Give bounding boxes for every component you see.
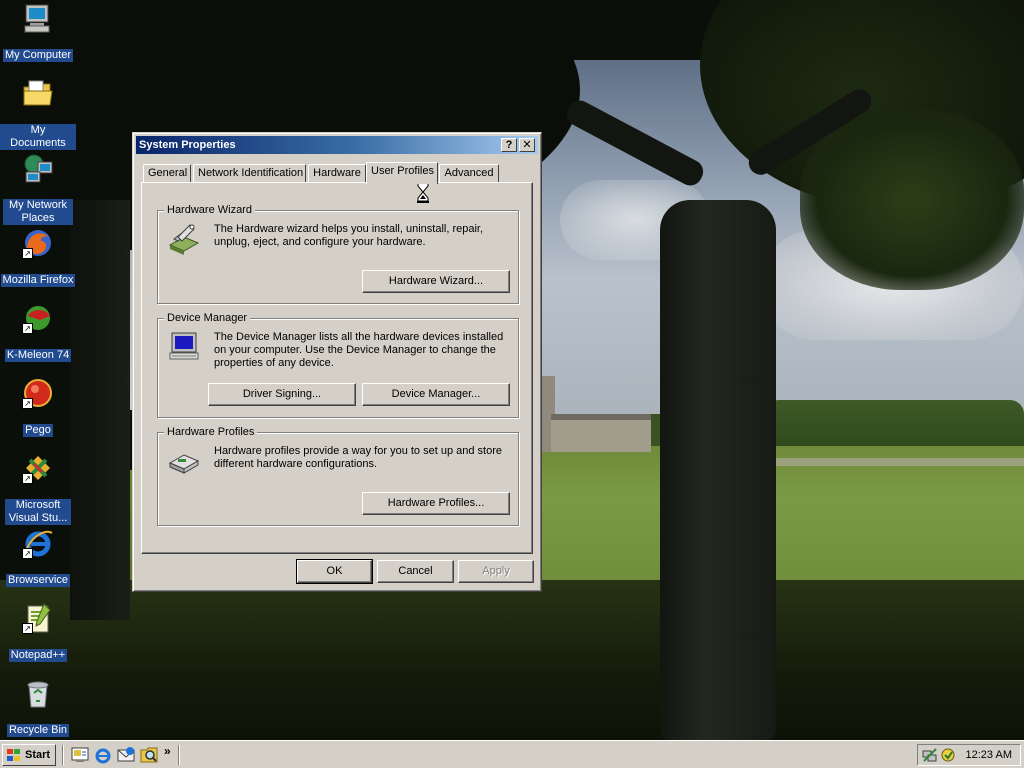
network-icon — [22, 152, 54, 184]
folder-icon — [22, 77, 54, 109]
desktop-icon-notepad-plus-plus[interactable]: ↗ Notepad++ — [0, 602, 76, 662]
wallpaper-trunk — [660, 200, 776, 740]
hardware-profiles-group: Hardware Profiles Hardware profiles prov… — [157, 425, 519, 526]
shortcut-arrow-icon: ↗ — [22, 248, 33, 259]
computer-icon — [22, 2, 54, 34]
quicklaunch-more-chevron[interactable]: » — [164, 744, 171, 758]
desktop-icon-pego[interactable]: ↗ Pego — [0, 377, 76, 437]
icon-label: Mozilla Firefox — [0, 274, 76, 287]
windows-logo-icon — [7, 749, 22, 762]
wallpaper-chateau — [541, 376, 651, 452]
icon-label: K-Meleon 74 — [4, 349, 72, 362]
wallpaper-path — [760, 458, 1024, 466]
wallpaper-tree-row — [765, 400, 1024, 446]
icon-label: My Network Places — [3, 199, 73, 225]
tab-hardware[interactable]: Hardware — [308, 164, 366, 183]
desktop-icon-my-documents[interactable]: My Documents — [0, 77, 76, 150]
clock[interactable]: 12:23 AM — [966, 745, 1012, 765]
device-manager-icon — [168, 331, 202, 363]
help-button[interactable]: ? — [501, 138, 517, 152]
desktop-icon-recycle-bin[interactable]: Recycle Bin — [0, 677, 76, 737]
close-button[interactable]: ✕ — [519, 138, 535, 152]
group-title: Hardware Wizard — [164, 203, 255, 217]
shortcut-arrow-icon: ↗ — [22, 548, 33, 559]
hardware-wizard-group: Hardware Wizard The Hardware wizard help… — [157, 203, 519, 304]
outlook-express-icon[interactable] — [117, 746, 135, 764]
recycle-bin-icon — [22, 677, 54, 709]
shortcut-arrow-icon: ↗ — [22, 623, 33, 634]
desktop-icon-mozilla-firefox[interactable]: ↗ Mozilla Firefox — [0, 227, 76, 287]
network-tray-icon[interactable] — [922, 747, 938, 766]
tab-advanced[interactable]: Advanced — [439, 164, 499, 183]
wallpaper-shadow — [0, 580, 1024, 740]
icon-label: Browservice — [6, 574, 70, 587]
taskbar-separator — [178, 745, 180, 765]
wallpaper-leaves — [800, 110, 1024, 290]
tab-user-profiles[interactable]: User Profiles — [366, 162, 438, 184]
desktop-icon-k-meleon[interactable]: ↗ K-Meleon 74 — [0, 302, 76, 362]
desktop-icon-visual-studio[interactable]: ↗ Microsoft Visual Stu... — [0, 452, 76, 525]
explorer-search-icon[interactable] — [140, 746, 158, 764]
ok-button[interactable]: OK — [296, 559, 373, 584]
show-desktop-icon[interactable] — [71, 746, 89, 764]
shortcut-arrow-icon: ↗ — [22, 398, 33, 409]
shortcut-arrow-icon: ↗ — [22, 473, 33, 484]
icon-label: Recycle Bin — [6, 724, 70, 737]
icon-label: Notepad++ — [8, 649, 68, 662]
shortcut-arrow-icon: ↗ — [22, 323, 33, 334]
desktop-icon-my-computer[interactable]: My Computer — [0, 2, 76, 62]
cancel-button[interactable]: Cancel — [377, 560, 454, 583]
group-title: Hardware Profiles — [164, 425, 258, 439]
k-meleon-icon: ↗ — [22, 302, 54, 334]
group-description: Hardware profiles provide a way for you … — [214, 445, 502, 470]
driver-signing-button[interactable]: Driver Signing... — [208, 383, 356, 406]
device-manager-group: Device Manager The Device Manager lists … — [157, 311, 519, 418]
tray-app-icon[interactable] — [940, 747, 956, 766]
tab-network-identification[interactable]: Network Identification — [193, 164, 306, 183]
hardware-profiles-icon — [168, 445, 202, 477]
dialog-title: System Properties — [139, 139, 236, 151]
visual-studio-icon: ↗ — [22, 452, 54, 484]
icon-label: Microsoft Visual Stu... — [5, 499, 71, 525]
hardware-wizard-icon — [168, 223, 202, 255]
system-properties-dialog: System Properties ? ✕ General Network Id… — [132, 132, 542, 592]
internet-explorer-icon: ↗ — [22, 527, 54, 559]
dialog-titlebar[interactable]: System Properties ? ✕ — [136, 136, 538, 154]
internet-explorer-quicklaunch-icon[interactable] — [94, 746, 112, 764]
icon-label: My Documents — [0, 124, 76, 150]
device-manager-button[interactable]: Device Manager... — [362, 383, 510, 406]
apply-button[interactable]: Apply — [458, 560, 534, 583]
system-tray: 12:23 AM — [917, 744, 1021, 766]
taskbar-separator — [62, 745, 64, 765]
desktop-icon-my-network-places[interactable]: My Network Places — [0, 152, 76, 225]
tab-panel: Hardware Wizard The Hardware wizard help… — [141, 182, 533, 554]
group-title: Device Manager — [164, 311, 251, 325]
notepad-icon: ↗ — [22, 602, 54, 634]
taskbar: Start » 12:23 AM — [0, 740, 1024, 768]
start-button[interactable]: Start — [2, 744, 56, 766]
firefox-icon: ↗ — [22, 227, 54, 259]
wallpaper-trunk — [70, 200, 130, 620]
group-description: The Hardware wizard helps you install, u… — [214, 223, 484, 248]
icon-label: Pego — [23, 424, 53, 437]
hardware-wizard-button[interactable]: Hardware Wizard... — [362, 270, 510, 293]
start-label: Start — [25, 749, 51, 761]
desktop-icon-browservice[interactable]: ↗ Browservice — [0, 527, 76, 587]
tab-general[interactable]: General — [143, 164, 191, 183]
pego-icon: ↗ — [22, 377, 54, 409]
group-description: The Device Manager lists all the hardwar… — [214, 331, 504, 369]
icon-label: My Computer — [2, 49, 74, 62]
hardware-profiles-button[interactable]: Hardware Profiles... — [362, 492, 510, 515]
